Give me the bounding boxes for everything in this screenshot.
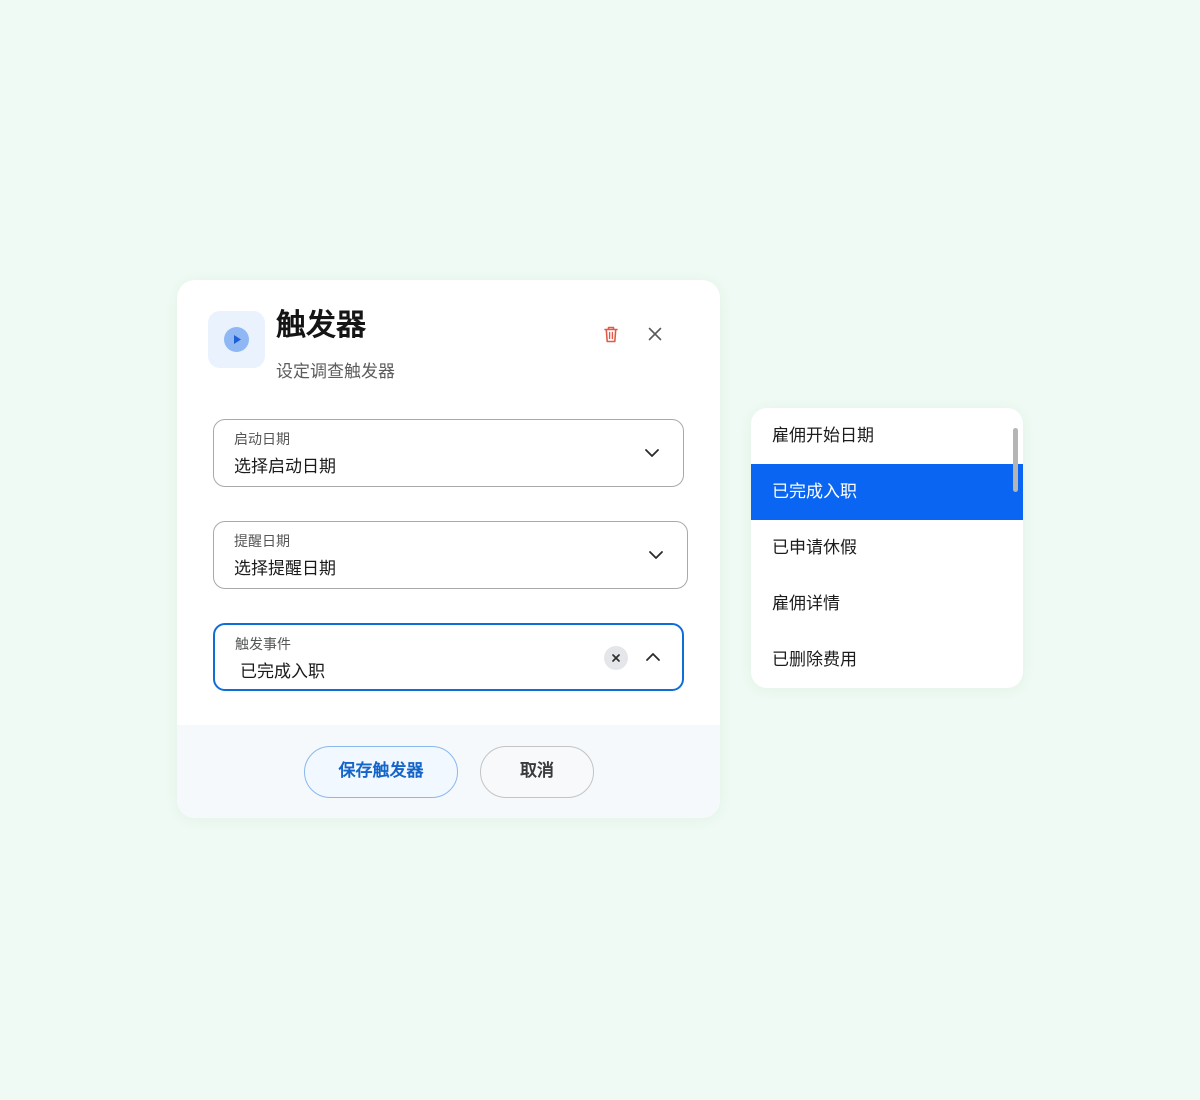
trigger-event-label: 触发事件 [235,637,291,653]
start-date-value: 选择启动日期 [234,457,336,477]
reminder-date-select[interactable]: 提醒日期 选择提醒日期 [213,521,688,589]
trigger-event-select[interactable]: 触发事件 已完成入职 [213,623,684,691]
dialog-subtitle: 设定调查触发器 [276,362,395,382]
dropdown-option-onboarding-completed[interactable]: 已完成入职 [751,464,1023,520]
clear-icon [612,654,620,662]
trigger-dialog: 触发器 设定调查触发器 启动日期 选择启动日期 提醒日期 选择提醒日期 触发事件… [177,280,720,818]
trash-icon [604,326,618,343]
play-icon [224,327,249,352]
dropdown-option-leave-requested[interactable]: 已申请休假 [751,520,1023,576]
reminder-date-value: 选择提醒日期 [234,559,336,579]
dropdown-option-employment-details[interactable]: 雇佣详情 [751,576,1023,632]
dialog-footer: 保存触发器 取消 [177,725,720,818]
chevron-down-icon[interactable] [641,442,663,464]
dialog-title: 触发器 [276,308,366,343]
cancel-button[interactable]: 取消 [480,746,594,798]
trigger-header-icon [208,311,265,368]
chevron-down-icon[interactable] [645,544,667,566]
chevron-up-icon[interactable] [642,646,664,668]
dropdown-option-expense-deleted[interactable]: 已删除费用 [751,632,1023,688]
trigger-event-value: 已完成入职 [240,662,325,682]
start-date-select[interactable]: 启动日期 选择启动日期 [213,419,684,487]
trigger-event-dropdown: 雇佣开始日期 已完成入职 已申请休假 雇佣详情 已删除费用 [751,408,1023,688]
dropdown-option-employment-start-date[interactable]: 雇佣开始日期 [751,408,1023,464]
clear-selection-button[interactable] [604,646,628,670]
reminder-date-label: 提醒日期 [234,534,290,550]
close-icon [648,327,662,341]
dropdown-scrollbar[interactable] [1013,428,1018,492]
close-button[interactable] [641,320,669,348]
delete-button[interactable] [597,320,625,348]
save-trigger-button[interactable]: 保存触发器 [304,746,458,798]
start-date-label: 启动日期 [234,432,290,448]
